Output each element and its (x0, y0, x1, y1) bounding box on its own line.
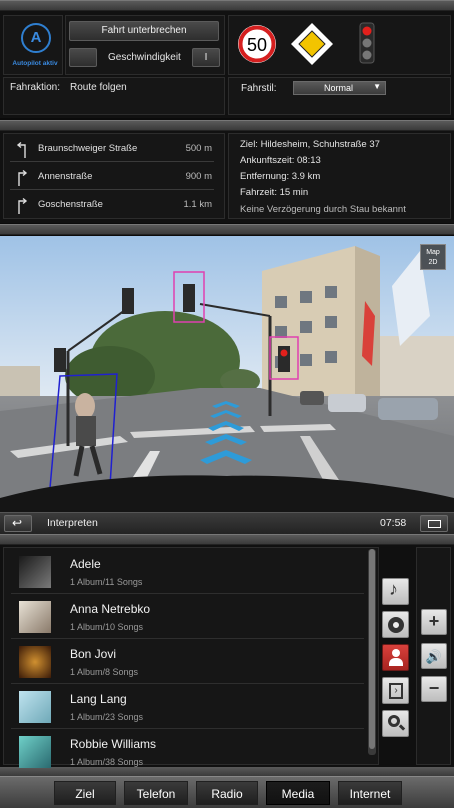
speaker-icon: 🔊 (425, 649, 443, 664)
traffic-light-sign (359, 22, 375, 64)
album-cover (19, 646, 51, 678)
map-button-line1: Map (426, 249, 440, 256)
route-street: Annenstraße (38, 171, 93, 182)
bottom-tab-bar: Ziel Telefon Radio Media Internet (0, 776, 454, 808)
media-separator (0, 534, 454, 545)
volume-down-button[interactable]: − (421, 676, 447, 702)
speed-limit-value: 50 (247, 35, 267, 55)
pause-drive-button[interactable]: Fahrt unterbrechen (69, 21, 219, 41)
artist-info: 1 Album/38 Songs (70, 757, 144, 767)
music-note-button[interactable]: ♪ (382, 578, 409, 605)
camera-separator (0, 224, 454, 235)
route-distance: 900 m (185, 171, 212, 182)
speed-label: Geschwindigkeit (108, 52, 181, 63)
music-note-icon: ♪ (389, 579, 398, 599)
drive-style-select[interactable]: Normal ▼ (293, 81, 386, 95)
search-button[interactable] (382, 710, 409, 737)
disc-button[interactable] (382, 611, 409, 638)
back-arrow-icon: ↩ (12, 516, 23, 530)
artist-button[interactable] (382, 644, 409, 671)
map-2d-button[interactable]: Map 2D (420, 244, 446, 270)
map-button-line2: 2D (428, 259, 438, 266)
tab-telefon[interactable]: Telefon (124, 781, 188, 805)
distance-text: Entfernung: 3.9 km (240, 171, 321, 182)
tab-radio[interactable]: Radio (196, 781, 258, 805)
artist-info: 1 Album/8 Songs (70, 667, 139, 677)
drive-time-text: Fahrzeit: 15 min (240, 187, 309, 198)
autopilot-status-label: Autopilot aktiv (12, 60, 58, 67)
traffic-delay-text: Keine Verzögerung durch Stau bekannt (240, 204, 406, 215)
turn-left-icon (16, 141, 26, 158)
list-item[interactable]: Lang Lang 1 Album/23 Songs (11, 684, 364, 729)
autopilot-icon: A (21, 23, 51, 53)
artist-name: Robbie Williams (70, 737, 157, 751)
list-item[interactable]: Adele 1 Album/11 Songs (11, 549, 364, 594)
status-title: Interpreten (47, 517, 98, 529)
person-icon (392, 649, 400, 657)
route-step[interactable]: Goschenstraße 1.1 km (10, 192, 214, 218)
search-handle (398, 724, 406, 731)
speaker-button[interactable]: 🔊 (421, 643, 447, 669)
playlist-icon: › (389, 683, 403, 699)
disc-icon (388, 617, 404, 633)
route-step[interactable]: Annenstraße 900 m (10, 164, 214, 190)
album-cover (19, 601, 51, 633)
route-distance: 500 m (185, 143, 212, 154)
style-label: Fahrstil: (241, 83, 277, 94)
top-separator (0, 0, 454, 11)
route-distance: 1.1 km (183, 199, 212, 210)
artist-name: Adele (70, 557, 101, 571)
tab-media[interactable]: Media (266, 781, 330, 805)
action-label: Fahraktion: (10, 82, 61, 93)
album-cover (19, 691, 51, 723)
route-panel: Braunschweiger Straße 500 m Annenstraße … (0, 131, 454, 223)
street-scene (0, 236, 454, 512)
media-panel: Adele 1 Album/11 Songs Anna Netrebko 1 A… (0, 545, 454, 768)
list-item[interactable]: Robbie Williams 1 Album/38 Songs (11, 729, 364, 774)
speed-value-button[interactable]: I (192, 48, 220, 67)
list-item[interactable]: Bon Jovi 1 Album/8 Songs (11, 639, 364, 684)
back-button[interactable]: ↩ (4, 515, 32, 532)
arrival-time-text: Ankunftszeit: 08:13 (240, 155, 321, 166)
artist-info: 1 Album/11 Songs (70, 577, 143, 587)
route-separator (0, 120, 454, 131)
artist-info: 1 Album/23 Songs (70, 712, 144, 722)
route-street: Braunschweiger Straße (38, 143, 138, 154)
status-time: 07:58 (380, 517, 407, 529)
window-button[interactable] (420, 515, 448, 532)
artist-name: Lang Lang (70, 692, 127, 706)
camera-view[interactable]: Map 2D (0, 236, 454, 512)
autopilot-panel: A Autopilot aktiv Fahrt unterbrechen Ges… (0, 11, 454, 118)
status-bar: ↩ Interpreten 07:58 (0, 512, 454, 534)
artist-info: 1 Album/10 Songs (70, 622, 144, 632)
turn-right-icon (18, 169, 28, 186)
route-step[interactable]: Braunschweiger Straße 500 m (10, 136, 214, 162)
chevron-down-icon: ▼ (373, 82, 381, 91)
tab-ziel[interactable]: Ziel (54, 781, 116, 805)
person-body (389, 658, 403, 666)
turn-right-icon (18, 197, 28, 214)
window-icon (428, 520, 441, 528)
volume-up-button[interactable]: + (421, 609, 447, 635)
list-scrollbar[interactable] (368, 549, 376, 755)
artist-name: Anna Netrebko (70, 602, 151, 616)
scrollbar-thumb[interactable] (369, 549, 375, 749)
priority-road-sign (291, 23, 333, 65)
destination-text: Ziel: Hildesheim, Schuhstraße 37 (240, 139, 380, 150)
action-value: Route folgen (70, 82, 127, 93)
album-cover (19, 556, 51, 588)
speed-limit-sign: 50 (238, 25, 276, 63)
route-street: Goschenstraße (38, 199, 103, 210)
playlist-button[interactable]: › (382, 677, 409, 704)
speed-decrease-button[interactable] (69, 48, 97, 67)
album-cover (19, 736, 51, 768)
drive-style-value: Normal (324, 83, 354, 93)
tab-internet[interactable]: Internet (338, 781, 402, 805)
artist-name: Bon Jovi (70, 647, 117, 661)
list-item[interactable]: Anna Netrebko 1 Album/10 Songs (11, 594, 364, 639)
